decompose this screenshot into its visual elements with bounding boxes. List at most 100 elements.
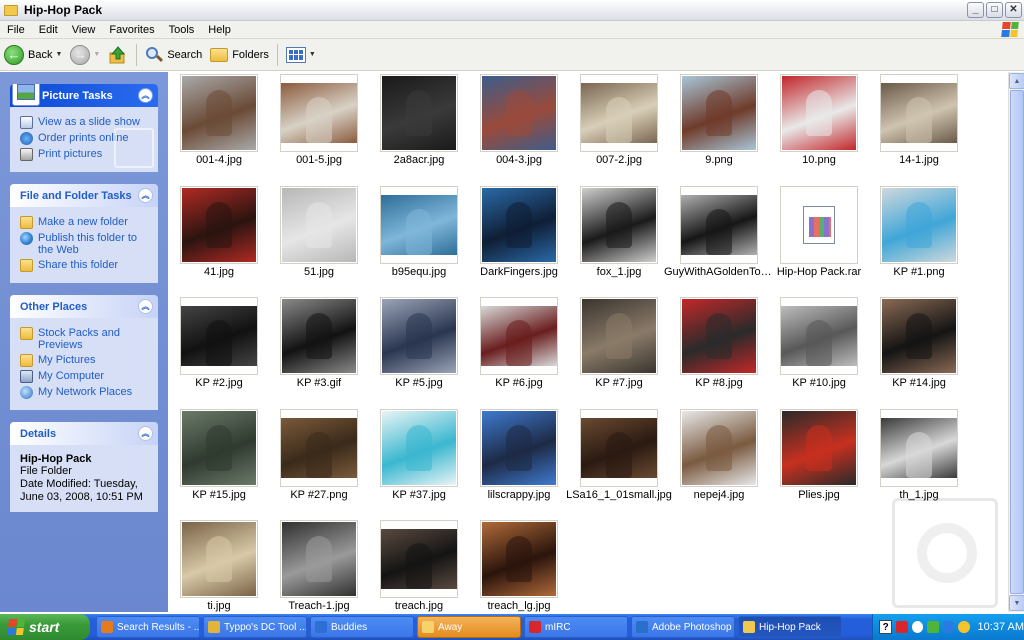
thumbnail-frame[interactable] (780, 74, 858, 152)
file-thumbnail[interactable]: b95equ.jpg (368, 184, 468, 292)
file-name[interactable]: GuyWithAGoldenTouc... (664, 266, 774, 278)
file-name[interactable]: Treach-1.jpg (264, 600, 374, 612)
file-thumbnail[interactable]: 001-5.jpg (268, 72, 368, 180)
file-name[interactable]: LSa16_1_01small.jpg (564, 489, 674, 501)
thumbnail-frame[interactable] (380, 408, 458, 487)
tray-back-icon[interactable] (911, 621, 924, 633)
file-name[interactable]: KP #2.jpg (164, 377, 274, 389)
file-thumbnail[interactable]: ti.jpg (168, 518, 268, 626)
file-name[interactable]: 001-4.jpg (164, 154, 274, 166)
file-thumbnail[interactable]: LSa16_1_01small.jpg (566, 407, 672, 515)
file-thumbnail[interactable]: KP #15.jpg (168, 407, 268, 515)
file-name[interactable]: 007-2.jpg (564, 154, 674, 166)
picture-tasks-header[interactable]: Picture Tasks ︽ (10, 84, 158, 107)
file-thumbnail[interactable]: th_1.jpg (868, 407, 968, 515)
maximize-button[interactable]: □ (986, 2, 1003, 18)
menu-file[interactable]: File (0, 24, 32, 36)
thumbnail-frame[interactable] (880, 74, 958, 152)
thumbnail-frame[interactable] (480, 74, 558, 152)
thumbnail-frame[interactable] (680, 74, 758, 152)
file-name[interactable]: KP #27.png (264, 489, 374, 501)
file-name[interactable]: KP #10.jpg (764, 377, 874, 389)
file-thumbnail[interactable]: KP #2.jpg (168, 295, 268, 403)
collapse-icon[interactable]: ︽ (138, 188, 153, 203)
minimize-button[interactable]: _ (967, 2, 984, 18)
file-thumbnail[interactable]: GuyWithAGoldenTouc... (664, 184, 774, 292)
taskbar-button[interactable]: Typpo's DC Tool ... (203, 616, 307, 638)
file-thumbnail[interactable]: 14-1.jpg (868, 72, 968, 180)
details-header[interactable]: Details ︽ (10, 422, 158, 445)
file-name[interactable]: nepej4.jpg (664, 489, 774, 501)
views-dropdown-icon[interactable]: ▼ (309, 51, 316, 58)
thumbnail-frame[interactable] (880, 297, 958, 375)
back-button[interactable]: ← Back ▼ (0, 42, 66, 68)
task-new-folder[interactable]: Make a new folder (20, 216, 148, 229)
file-name[interactable]: KP #37.jpg (364, 489, 474, 501)
taskbar-button[interactable]: Adobe Photoshop (631, 616, 735, 638)
menu-favorites[interactable]: Favorites (102, 24, 161, 36)
file-name[interactable]: treach.jpg (364, 600, 474, 612)
thumbnail-frame[interactable] (580, 74, 658, 152)
file-name[interactable]: fox_1.jpg (564, 266, 674, 278)
scroll-thumb[interactable] (1010, 90, 1024, 594)
file-name[interactable]: 14-1.jpg (864, 154, 974, 166)
thumbnail-frame[interactable] (780, 408, 858, 487)
file-thumbnail[interactable]: 2a8acr.jpg (368, 72, 468, 180)
collapse-icon[interactable]: ︽ (138, 426, 153, 441)
up-folder-button[interactable] (104, 42, 132, 68)
file-name[interactable]: KP #6.jpg (464, 377, 574, 389)
file-thumbnail[interactable]: treach_lg.jpg (468, 518, 568, 626)
file-thumbnail[interactable]: Treach-1.jpg (268, 518, 368, 626)
thumbnail-frame[interactable] (880, 408, 958, 487)
file-name[interactable]: b95equ.jpg (364, 266, 474, 278)
file-name[interactable]: 004-3.jpg (464, 154, 574, 166)
file-name[interactable]: 001-5.jpg (264, 154, 374, 166)
file-thumbnail[interactable]: KP #3.gif (268, 295, 368, 403)
file-name[interactable]: 9.png (664, 154, 774, 166)
file-name[interactable]: 51.jpg (264, 266, 374, 278)
file-name[interactable]: KP #7.jpg (564, 377, 674, 389)
folders-button[interactable]: Folders (206, 42, 273, 68)
thumbnail-frame[interactable] (280, 74, 358, 152)
taskbar-button[interactable]: Buddies (310, 616, 414, 638)
thumbnail-frame[interactable] (580, 185, 658, 264)
thumbnail-frame[interactable] (180, 408, 258, 487)
file-thumbnail[interactable]: nepej4.jpg (668, 407, 768, 515)
file-thumbnail[interactable]: 004-3.jpg (468, 72, 568, 180)
thumbnail-frame[interactable] (680, 185, 758, 264)
thumbnail-view[interactable]: 001-4.jpg 001-5.jpg 2a8acr.jpg 004-3.jpg 007… (168, 72, 1008, 612)
thumbnail-frame[interactable] (280, 520, 358, 598)
thumbnail-frame[interactable] (380, 520, 458, 598)
taskbar-button[interactable]: mIRC (524, 616, 628, 638)
file-thumbnail[interactable]: Hip-Hop Pack.rar (768, 184, 868, 292)
thumbnail-frame[interactable] (180, 297, 258, 375)
file-thumbnail[interactable]: KP #6.jpg (468, 295, 568, 403)
file-thumbnail[interactable]: KP #5.jpg (368, 295, 468, 403)
views-button[interactable]: ▼ (282, 42, 320, 68)
file-thumbnail[interactable]: KP #37.jpg (368, 407, 468, 515)
tray-security-icon[interactable] (958, 621, 970, 633)
file-thumbnail[interactable]: KP #1.png (868, 184, 968, 292)
other-places-header[interactable]: Other Places ︽ (10, 295, 158, 318)
taskbar-button[interactable]: Hip-Hop Pack (738, 616, 842, 638)
vertical-scrollbar[interactable]: ▲ ▼ (1008, 72, 1024, 612)
file-name[interactable]: Plies.jpg (764, 489, 874, 501)
menu-edit[interactable]: Edit (32, 24, 65, 36)
thumbnail-frame[interactable] (580, 408, 658, 487)
close-button[interactable]: ✕ (1005, 2, 1022, 18)
file-thumbnail[interactable]: lilscrappy.jpg (468, 407, 568, 515)
file-name[interactable]: treach_lg.jpg (464, 600, 574, 612)
file-name[interactable]: KP #14.jpg (864, 377, 974, 389)
file-thumbnail[interactable]: KP #10.jpg (768, 295, 868, 403)
place-my-network[interactable]: My Network Places (20, 386, 148, 399)
clock[interactable]: 10:37 AM (978, 621, 1024, 633)
collapse-icon[interactable]: ︽ (138, 88, 153, 103)
menu-tools[interactable]: Tools (162, 24, 202, 36)
tray-app-icon[interactable] (896, 621, 908, 633)
thumbnail-frame[interactable] (380, 74, 458, 152)
thumbnail-frame[interactable] (580, 297, 658, 375)
thumbnail-frame[interactable] (480, 408, 558, 487)
task-publish-web[interactable]: Publish this folder to the Web (20, 232, 148, 256)
file-name[interactable]: Hip-Hop Pack.rar (764, 266, 874, 278)
file-thumbnail[interactable]: 9.png (668, 72, 768, 180)
